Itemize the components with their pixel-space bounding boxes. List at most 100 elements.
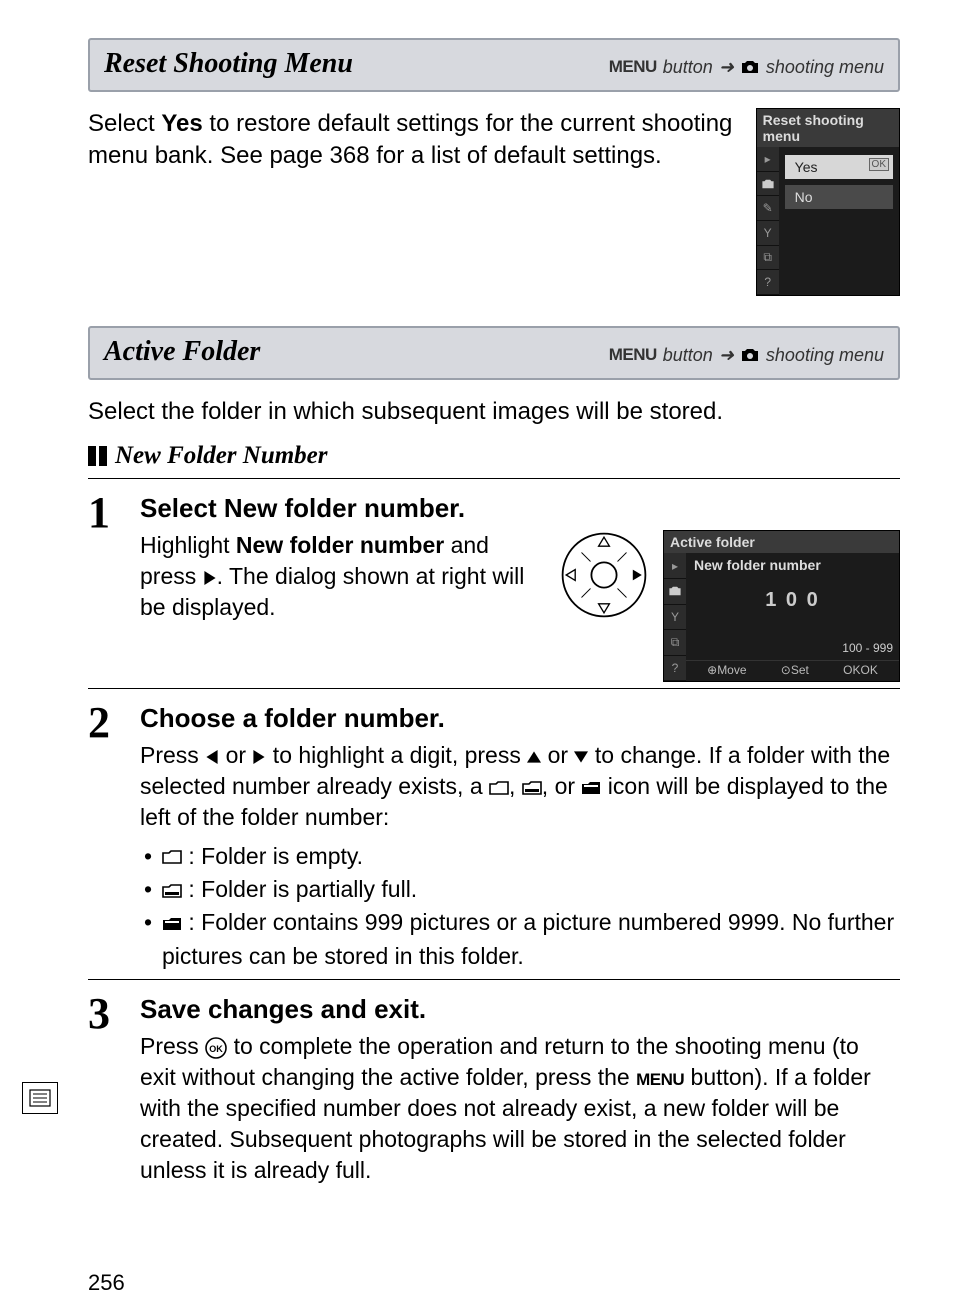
step-title: Save changes and exit. (140, 994, 900, 1025)
folder-empty-icon (162, 849, 182, 865)
text-fragment: Move (717, 663, 746, 677)
reset-screenshot: Reset shooting menu ▸ ✎ Y ⧉ ? Yes No (756, 108, 900, 296)
tab-icon: Y (664, 605, 686, 631)
section-header-active: Active Folder MENU button ➜ shooting men… (88, 326, 900, 380)
step-number: 3 (88, 994, 130, 1034)
screenshot-body: ▸ Y ⧉ ? New folder number 1 0 0 100 - 99… (664, 553, 899, 681)
up-triangle-icon (527, 750, 541, 764)
step-text: Press or to highlight a digit, press or … (140, 740, 900, 833)
tab-icon (757, 172, 779, 197)
folder-partial-icon (162, 883, 182, 899)
step-title: Select New folder number. (140, 493, 900, 524)
folder-empty-icon (489, 780, 509, 796)
screenshot-row: New folder number (686, 553, 899, 577)
section-title: Reset Shooting Menu (104, 48, 353, 80)
camera-icon (740, 347, 760, 363)
text-fragment: : Folder is empty. (182, 843, 363, 869)
folder-partial-icon (522, 780, 542, 796)
dest-label: shooting menu (766, 57, 884, 78)
text-fragment: to highlight a digit, press (266, 742, 527, 768)
folder-full-icon (581, 780, 601, 796)
tab-icon: ✎ (757, 196, 779, 221)
tab-icon: Y (757, 221, 779, 246)
folder-screenshot: Active folder ▸ Y ⧉ ? New folder number … (663, 530, 900, 682)
step-number: 2 (88, 703, 130, 743)
text-fragment: or (541, 742, 574, 768)
down-triangle-icon (574, 750, 588, 764)
right-triangle-icon (252, 750, 266, 764)
section-title: Active Folder (104, 336, 260, 368)
bullet-item: : Folder is partially full. (140, 873, 900, 906)
text-bold: Yes (161, 110, 202, 137)
text-fragment: , (509, 773, 522, 799)
arrow-icon: ➜ (719, 345, 734, 366)
bullet-item: : Folder is empty. (140, 840, 900, 873)
reset-text: Select Yes to restore default settings f… (88, 108, 734, 173)
footer-set: ⊙Set (781, 663, 809, 677)
screenshot-range: 100 - 999 (842, 641, 893, 655)
ok-button-icon: OK (205, 1037, 227, 1059)
option-no: No (785, 185, 893, 209)
text-fragment: OK (860, 663, 877, 677)
tab-icon: ⧉ (664, 630, 686, 656)
step-title: Choose a folder number. (140, 703, 900, 734)
footer-ok: OKOK (843, 663, 878, 677)
svg-text:OK: OK (209, 1044, 223, 1054)
menu-label: MENU (636, 1070, 684, 1089)
bullet-item: : Folder contains 999 pictures or a pict… (140, 906, 900, 973)
folder-full-icon (162, 916, 182, 932)
button-word: button (663, 57, 713, 78)
screenshot-main: New folder number 1 0 0 100 - 999 ⊕Move … (686, 553, 899, 681)
tab-icon: ▸ (664, 553, 686, 579)
menu-label: MENU (609, 345, 657, 365)
left-triangle-icon (205, 750, 219, 764)
step-body: Save changes and exit. Press OK to compl… (140, 994, 900, 1186)
dpad-icon (559, 530, 649, 625)
tab-icon: ⧉ (757, 246, 779, 271)
button-word: button (663, 345, 713, 366)
menu-path: MENU button ➜ shooting menu (609, 345, 884, 366)
bars-icon (88, 446, 107, 466)
step-3: 3 Save changes and exit. Press OK to com… (88, 979, 900, 1186)
step-1: 1 Select New folder number. Highlight Ne… (88, 478, 900, 682)
screenshot-body: ▸ ✎ Y ⧉ ? Yes No (757, 147, 899, 295)
bullet-list: : Folder is empty. : Folder is partially… (140, 840, 900, 973)
tab-icon: ▸ (757, 147, 779, 172)
menu-label: MENU (609, 57, 657, 77)
side-tab-icon (22, 1082, 58, 1114)
text-fragment: : Folder contains 999 pictures or a pict… (162, 909, 894, 968)
screenshot-title: Active folder (664, 531, 899, 553)
text-fragment: or (219, 742, 252, 768)
arrow-icon: ➜ (719, 57, 734, 78)
tab-icon: ? (757, 270, 779, 295)
step-body: Select New folder number. Highlight New … (140, 493, 900, 682)
page-number: 256 (88, 1270, 125, 1296)
footer-move: ⊕Move (707, 663, 746, 677)
step-body: Choose a folder number. Press or to high… (140, 703, 900, 973)
step-2: 2 Choose a folder number. Press or to hi… (88, 688, 900, 973)
screenshot-title: Reset shooting menu (757, 109, 899, 147)
camera-icon (740, 59, 760, 75)
text-fragment: Press (140, 742, 205, 768)
text-fragment: , or (542, 773, 582, 799)
reset-body: Select Yes to restore default settings f… (88, 108, 900, 296)
tab-icon: ? (664, 656, 686, 682)
tab-icon (664, 579, 686, 605)
screenshot-tabs: ▸ ✎ Y ⧉ ? (757, 147, 779, 295)
text-fragment: Press (140, 1033, 205, 1059)
option-yes: Yes (785, 155, 893, 179)
step-text: Highlight New folder number and press . … (140, 530, 545, 623)
text-fragment: : Folder is partially full. (182, 876, 417, 902)
screenshot-tabs: ▸ Y ⧉ ? (664, 553, 686, 681)
step-number: 1 (88, 493, 130, 533)
text-fragment: Set (791, 663, 809, 677)
text-bold: New folder number (236, 532, 444, 558)
manual-page: Reset Shooting Menu MENU button ➜ shooti… (0, 0, 954, 1314)
subhead-text: New Folder Number (115, 442, 328, 470)
text-fragment: Highlight (140, 532, 236, 558)
screenshot-options: Yes No (779, 147, 899, 295)
dest-label: shooting menu (766, 345, 884, 366)
active-intro: Select the folder in which subsequent im… (88, 396, 900, 428)
menu-path: MENU button ➜ shooting menu (609, 57, 884, 78)
section-header-reset: Reset Shooting Menu MENU button ➜ shooti… (88, 38, 900, 92)
